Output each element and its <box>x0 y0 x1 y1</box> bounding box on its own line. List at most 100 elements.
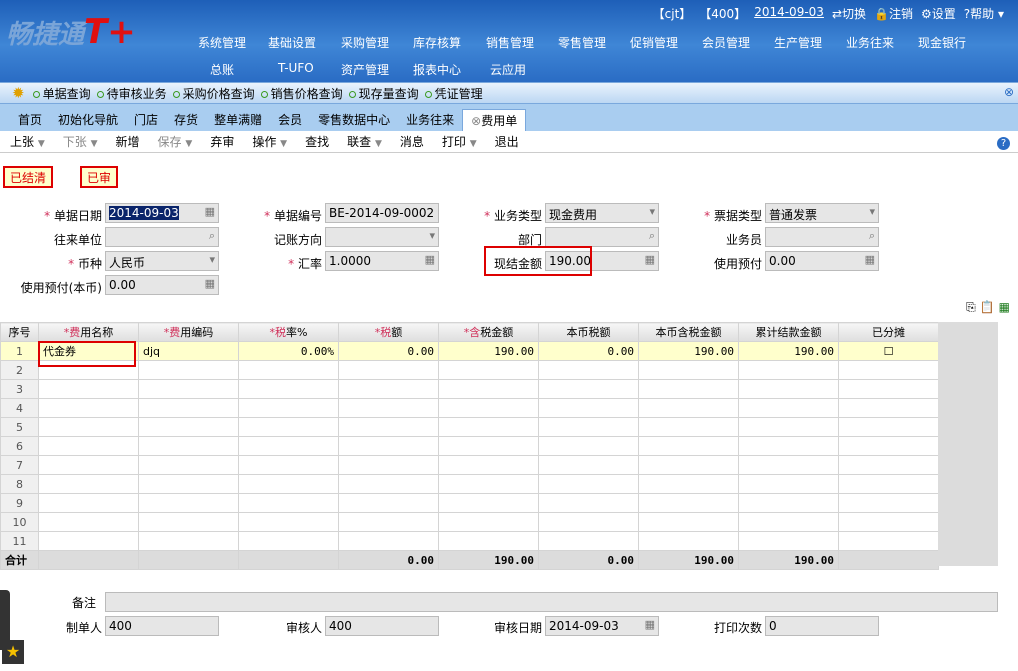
grid-cell[interactable] <box>438 379 539 399</box>
grid-cell[interactable] <box>438 417 539 437</box>
column-header[interactable]: *税率% <box>238 322 339 342</box>
dropdown-arrow-icon[interactable]: ▾ <box>429 229 435 242</box>
grid-cell[interactable]: djq <box>138 341 239 361</box>
toolbar-button[interactable]: 上张 ▼ <box>10 133 45 150</box>
column-header[interactable]: *费用编码 <box>138 322 239 342</box>
menu-item[interactable]: 报表中心 <box>413 61 461 78</box>
biz-type-field[interactable]: 现金费用 ▾ <box>545 203 659 223</box>
grid-cell[interactable] <box>838 512 939 532</box>
column-header[interactable]: *含税金额 <box>438 322 539 342</box>
grid-cell[interactable] <box>338 455 439 475</box>
toolbar-button[interactable]: 新增 <box>116 133 140 150</box>
grid-cell[interactable] <box>738 455 839 475</box>
grid-cell[interactable] <box>638 455 739 475</box>
grid-cell[interactable] <box>738 379 839 399</box>
grid-cell[interactable] <box>438 512 539 532</box>
grid-cell[interactable] <box>638 474 739 494</box>
grid-cell[interactable] <box>238 512 339 532</box>
tab-item[interactable]: 业务往来 <box>398 109 462 131</box>
grid-cell[interactable] <box>138 379 239 399</box>
dropdown-arrow-icon[interactable]: ▾ <box>869 205 875 218</box>
grid-cell[interactable] <box>338 360 439 380</box>
column-header[interactable]: 已分摊 <box>838 322 939 342</box>
grid-cell[interactable]: 0.00% <box>238 341 339 361</box>
toolbar-button[interactable]: 联查 ▼ <box>347 133 382 150</box>
collapse-icon[interactable]: ⊗ <box>1004 85 1014 99</box>
toolbar-button[interactable]: 弃审 <box>210 133 234 150</box>
close-tab-icon[interactable]: ⊗ <box>471 114 481 128</box>
column-header[interactable]: *费用名称 <box>38 322 139 342</box>
grid-cell[interactable] <box>438 493 539 513</box>
grid-cell[interactable] <box>338 474 439 494</box>
tab-item[interactable]: 初始化导航 <box>50 109 126 131</box>
grid-cell[interactable] <box>538 455 639 475</box>
grid-cell[interactable] <box>138 493 239 513</box>
grid-cell[interactable] <box>338 512 439 532</box>
grid-cell[interactable] <box>838 455 939 475</box>
grid-cell[interactable] <box>138 512 239 532</box>
paste-icon[interactable]: 📋 <box>980 300 995 315</box>
grid-cell[interactable] <box>638 531 739 551</box>
toolbar-button[interactable]: 打印 ▼ <box>442 133 477 150</box>
grid-cell[interactable] <box>38 474 139 494</box>
table-row[interactable]: 1 代金券 djq 0.00% 0.00 190.00 0.00 190.00 190.00 ☐ <box>0 341 939 361</box>
toolbar-button[interactable]: 下张 ▼ <box>63 133 98 150</box>
toolbar-button[interactable]: 退出 <box>495 133 519 150</box>
invoice-type-field[interactable]: 普通发票 ▾ <box>765 203 879 223</box>
grid-cell[interactable] <box>538 398 639 418</box>
grid-cell[interactable] <box>38 531 139 551</box>
dropdown-arrow-icon[interactable]: ▾ <box>209 253 215 266</box>
grid-cell[interactable] <box>838 474 939 494</box>
table-row[interactable]: 2 <box>0 360 939 380</box>
grid-cell[interactable] <box>138 417 239 437</box>
grid-cell[interactable] <box>438 474 539 494</box>
calculator-icon[interactable]: ▦ <box>645 253 655 266</box>
search-icon[interactable]: ⌕ <box>869 229 875 243</box>
quick-link[interactable]: 凭证管理 <box>425 85 483 102</box>
table-row[interactable]: 11 <box>0 531 939 551</box>
menu-item[interactable]: 零售管理 <box>558 34 606 51</box>
grid-cell[interactable] <box>738 398 839 418</box>
grid-cell[interactable] <box>138 531 239 551</box>
table-row[interactable]: 10 <box>0 512 939 532</box>
code-field[interactable]: BE-2014-09-0002 <box>325 203 439 223</box>
date-field[interactable]: 2014-09-03 ▦ <box>105 203 219 223</box>
grid-cell[interactable] <box>438 398 539 418</box>
grid-cell[interactable] <box>838 493 939 513</box>
grid-cell[interactable] <box>138 436 239 456</box>
grid-cell[interactable] <box>538 474 639 494</box>
table-row[interactable]: 7 <box>0 455 939 475</box>
grid-cell[interactable] <box>38 398 139 418</box>
calculator-icon[interactable]: ▦ <box>205 277 215 290</box>
quick-link[interactable]: 采购价格查询 <box>173 85 255 102</box>
prepay-field[interactable]: 0.00 ▦ <box>765 251 879 271</box>
grid-cell[interactable] <box>538 493 639 513</box>
toolbar-button[interactable]: 操作 ▼ <box>252 133 287 150</box>
excel-export-icon[interactable]: ▦ <box>999 300 1010 315</box>
quick-link[interactable]: 现存量查询 <box>349 85 419 102</box>
dept-field[interactable]: ⌕ <box>545 227 659 247</box>
grid-cell[interactable] <box>638 360 739 380</box>
grid-cell[interactable] <box>538 379 639 399</box>
quick-link[interactable]: 待审核业务 <box>97 85 167 102</box>
menu-item[interactable]: 基础设置 <box>268 34 316 51</box>
grid-cell[interactable] <box>538 360 639 380</box>
tab-item[interactable]: 首页 <box>10 109 50 131</box>
grid-cell[interactable] <box>838 417 939 437</box>
grid-cell[interactable] <box>238 455 339 475</box>
grid-cell[interactable] <box>238 531 339 551</box>
menu-item[interactable]: 云应用 <box>490 61 526 78</box>
column-header[interactable]: 本币税额 <box>538 322 639 342</box>
grid-cell[interactable]: 0.00 <box>338 341 439 361</box>
quick-link[interactable]: 销售价格查询 <box>261 85 343 102</box>
grid-cell[interactable] <box>238 474 339 494</box>
grid-cell[interactable] <box>338 417 439 437</box>
tab-item[interactable]: 整单满赠 <box>206 109 270 131</box>
grid-cell[interactable] <box>238 417 339 437</box>
rate-field[interactable]: 1.0000 ▦ <box>325 251 439 271</box>
menu-item[interactable]: 总账 <box>210 61 234 78</box>
menu-item[interactable]: T-UFO <box>278 61 314 75</box>
search-icon[interactable]: ⌕ <box>209 229 215 243</box>
grid-cell[interactable] <box>338 398 439 418</box>
menu-item[interactable]: 现金银行 <box>918 34 966 51</box>
